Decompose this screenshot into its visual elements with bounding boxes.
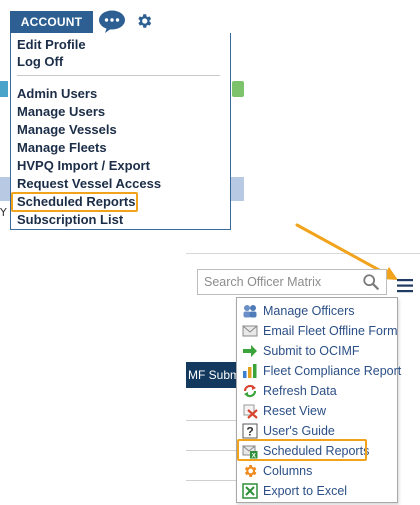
menu-item-admin-users[interactable]: Admin Users xyxy=(17,86,97,101)
menu-item-edit-profile[interactable]: Edit Profile xyxy=(17,37,86,52)
gear-icon[interactable] xyxy=(135,12,153,30)
grid-options-menu: Manage Officers Email Fleet Offline Form… xyxy=(236,297,401,503)
grid-menu-item-reset-view[interactable]: Reset View xyxy=(263,404,326,418)
divider xyxy=(186,450,236,451)
search-icon[interactable] xyxy=(362,273,380,291)
menu-separator xyxy=(17,75,220,76)
refresh-icon xyxy=(243,384,257,398)
email-icon xyxy=(242,325,258,337)
grid-menu-item-submit-to-ocimf[interactable]: Submit to OCIMF xyxy=(263,344,360,358)
chat-icon[interactable] xyxy=(98,10,126,34)
grid-menu-item-users-guide[interactable]: User's Guide xyxy=(263,424,335,438)
green-arrow-icon xyxy=(243,345,257,357)
highlight-box xyxy=(11,192,138,212)
background-band xyxy=(231,177,244,201)
bar-chart-icon xyxy=(243,364,257,378)
columns-gear-icon xyxy=(244,465,257,477)
account-button[interactable]: ACCOUNT xyxy=(10,11,93,33)
hamburger-menu-icon[interactable] xyxy=(397,279,413,293)
grid-menu-item-export-to-excel[interactable]: Export to Excel xyxy=(263,484,347,498)
background-icon xyxy=(0,81,8,97)
menu-item-manage-fleets[interactable]: Manage Fleets xyxy=(17,140,107,155)
divider xyxy=(186,480,236,481)
search-box xyxy=(197,269,387,295)
svg-text:?: ? xyxy=(246,425,253,439)
manage-officers-icon xyxy=(243,305,257,318)
grid-menu-item-manage-officers[interactable]: Manage Officers xyxy=(263,304,354,318)
help-icon: ? xyxy=(242,423,258,439)
menu-item-log-off[interactable]: Log Off xyxy=(17,54,63,69)
reset-view-icon xyxy=(243,404,258,419)
divider xyxy=(186,420,236,421)
menu-item-subscription-list[interactable]: Subscription List xyxy=(17,212,123,227)
menu-item-request-vessel-access[interactable]: Request Vessel Access xyxy=(17,176,161,191)
search-input[interactable] xyxy=(198,270,356,294)
grid-menu-item-refresh-data[interactable]: Refresh Data xyxy=(263,384,337,398)
column-header[interactable]: MF Submi xyxy=(186,362,236,388)
grid-menu-item-columns[interactable]: Columns xyxy=(263,464,312,478)
menu-item-manage-vessels[interactable]: Manage Vessels xyxy=(17,122,117,137)
background-band xyxy=(0,177,10,201)
background-icon xyxy=(232,81,244,97)
menu-item-manage-users[interactable]: Manage Users xyxy=(17,104,105,119)
grid-menu-item-fleet-compliance-report[interactable]: Fleet Compliance Report xyxy=(263,364,401,378)
excel-icon xyxy=(242,483,258,499)
highlight-box xyxy=(237,439,367,461)
grid-menu-item-email-fleet-offline-form[interactable]: Email Fleet Offline Form xyxy=(263,324,398,338)
menu-item-hvpq-import-export[interactable]: HVPQ Import / Export xyxy=(17,158,150,173)
